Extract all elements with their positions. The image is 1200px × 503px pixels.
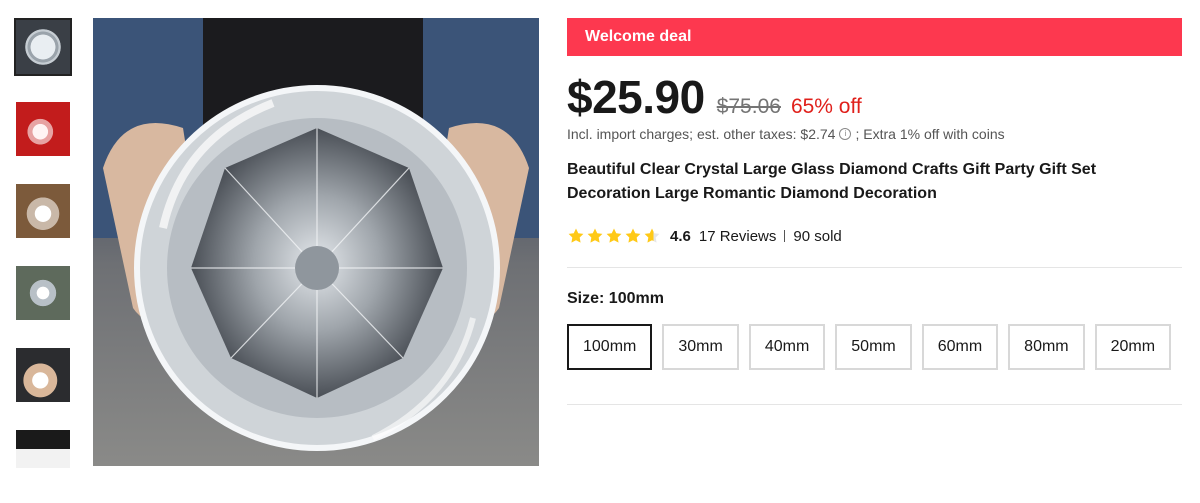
- section-divider: [567, 267, 1182, 268]
- current-price: $25.90: [567, 71, 705, 123]
- star-icon: [568, 228, 584, 243]
- star-icon: [587, 228, 603, 243]
- section-divider: [567, 404, 1182, 405]
- thumbnail-image: [16, 430, 70, 468]
- size-option-40mm[interactable]: 40mm: [748, 324, 826, 370]
- thumbnail-image: [16, 348, 70, 402]
- sold-count: 90 sold: [793, 227, 842, 245]
- thumbnail-5[interactable]: [14, 346, 72, 404]
- thumbnail-2[interactable]: [14, 100, 72, 158]
- size-option-60mm[interactable]: 60mm: [921, 324, 999, 370]
- thumbnail-image: [16, 20, 70, 74]
- thumbnail-3[interactable]: [14, 182, 72, 240]
- thumbnail-image: [16, 102, 70, 156]
- coins-note-text: ; Extra 1% off with coins: [855, 126, 1005, 142]
- size-options: 100mm 30mm 40mm 50mm 60mm 80mm 20mm: [567, 324, 1182, 380]
- thumbnail-image: [16, 266, 70, 320]
- size-option-100mm[interactable]: 100mm: [567, 324, 653, 370]
- size-option-80mm[interactable]: 80mm: [1008, 324, 1085, 370]
- star-rating[interactable]: [567, 227, 662, 245]
- welcome-deal-banner: Welcome deal: [567, 18, 1182, 56]
- thumbnail-strip: [14, 18, 76, 468]
- info-icon[interactable]: i: [839, 128, 852, 140]
- tax-note: Incl. import charges; est. other taxes: …: [567, 126, 1182, 142]
- size-option-50mm[interactable]: 50mm: [835, 324, 912, 370]
- product-title: Beautiful Clear Crystal Large Glass Diam…: [567, 161, 1097, 202]
- size-option-30mm[interactable]: 30mm: [662, 324, 739, 370]
- size-option-20mm[interactable]: 20mm: [1094, 324, 1172, 370]
- tax-note-text: Incl. import charges; est. other taxes: …: [567, 126, 836, 142]
- divider: [784, 230, 786, 242]
- star-icon: [606, 228, 622, 243]
- rating-score: 4.6: [670, 227, 691, 245]
- product-info-panel: Welcome deal $25.90 $75.06 65% off Incl.…: [567, 18, 1182, 405]
- thumbnail-image: [16, 184, 70, 238]
- rating-row: 4.6 17 Reviews 90 sold: [567, 224, 1182, 248]
- crystal-diamond-photo: [93, 18, 539, 451]
- star-icon: [644, 228, 660, 243]
- price-row: $25.90 $75.06 65% off: [567, 70, 1182, 123]
- discount-label: 65% off: [790, 95, 862, 118]
- thumbnail-1[interactable]: [14, 18, 72, 76]
- thumbnail-6[interactable]: [14, 428, 72, 468]
- thumbnail-4[interactable]: [14, 264, 72, 322]
- main-product-image[interactable]: [93, 18, 539, 466]
- star-icon: [625, 228, 641, 243]
- reviews-link[interactable]: 17 Reviews: [699, 228, 777, 245]
- original-price: $75.06: [716, 95, 781, 118]
- size-label: Size: 100mm: [567, 290, 664, 307]
